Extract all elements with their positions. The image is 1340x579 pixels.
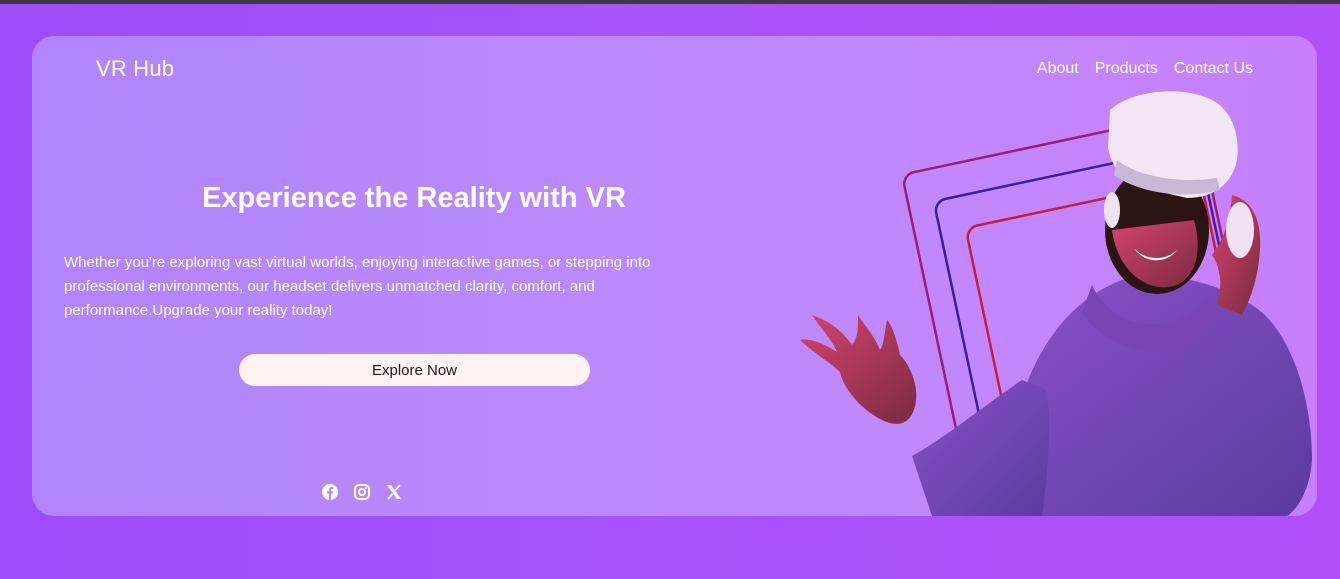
instagram-icon[interactable] — [353, 483, 371, 501]
social-links — [321, 483, 403, 501]
main-nav: About Products Contact Us — [1037, 60, 1253, 78]
hero-title: Experience the Reality with VR — [202, 182, 626, 214]
explore-now-button[interactable]: Explore Now — [239, 354, 590, 386]
nav-link-about[interactable]: About — [1037, 60, 1079, 78]
hero-card: VR Hub About Products Contact Us Experie… — [32, 36, 1317, 516]
nav-link-products[interactable]: Products — [1095, 60, 1158, 78]
facebook-icon[interactable] — [321, 483, 339, 501]
x-icon[interactable] — [385, 483, 403, 501]
vr-person-illustration — [800, 91, 1312, 516]
hero-description: Whether you're exploring vast virtual wo… — [64, 254, 651, 319]
nav-link-contact[interactable]: Contact Us — [1174, 60, 1253, 78]
brand-logo[interactable]: VR Hub — [96, 56, 174, 82]
browser-top-edge — [0, 0, 1340, 4]
